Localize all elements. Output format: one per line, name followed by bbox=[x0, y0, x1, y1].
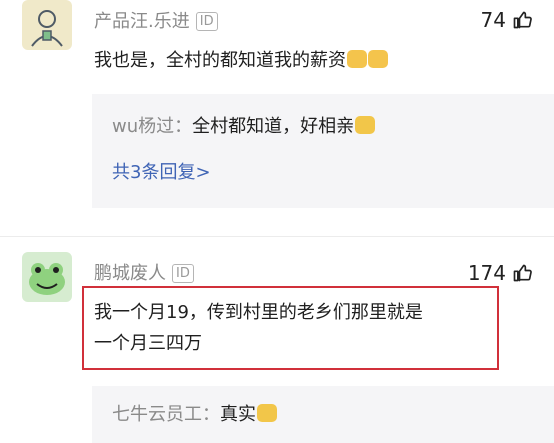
reply-item[interactable]: 七牛云员工：真实 bbox=[112, 400, 277, 426]
like-button[interactable]: 174 bbox=[468, 261, 532, 285]
reply-item[interactable]: wu杨过：全村都知道，好相亲 bbox=[112, 112, 376, 138]
thumbs-up-icon bbox=[513, 264, 532, 282]
emoji-icon bbox=[347, 50, 367, 68]
like-count: 74 bbox=[480, 8, 506, 32]
divider bbox=[0, 236, 554, 237]
emoji-icon bbox=[368, 50, 388, 68]
like-button[interactable]: 74 bbox=[481, 8, 532, 32]
id-badge: ID bbox=[195, 12, 218, 31]
reply-author: wu杨过： bbox=[112, 116, 193, 137]
thumbs-up-icon bbox=[513, 11, 532, 29]
emoji-icon bbox=[355, 116, 376, 134]
commenter-name[interactable]: 鹏城废人 ID bbox=[94, 259, 194, 285]
like-count: 174 bbox=[467, 261, 506, 285]
reply-box: wu杨过：全村都知道，好相亲 共3条回复> bbox=[92, 94, 554, 208]
view-replies-link[interactable]: 共3条回复> bbox=[112, 158, 211, 184]
avatar[interactable] bbox=[22, 0, 72, 50]
avatar[interactable] bbox=[22, 252, 72, 302]
reply-text: 全村都知道，好相亲 bbox=[192, 116, 355, 137]
reply-author: 七牛云员工： bbox=[112, 404, 220, 425]
reply-box: 七牛云员工：真实 bbox=[92, 386, 554, 443]
id-badge: ID bbox=[172, 264, 194, 283]
emoji-icon bbox=[257, 404, 277, 422]
reply-text: 真实 bbox=[220, 404, 256, 425]
avatar-frog-icon bbox=[22, 252, 72, 302]
highlight-box bbox=[82, 286, 499, 370]
comment-text: 我也是，全村的都知道我的薪资 bbox=[94, 46, 388, 72]
commenter-name[interactable]: 产品汪.乐进 ID bbox=[94, 7, 218, 33]
avatar-person-icon bbox=[22, 0, 72, 50]
